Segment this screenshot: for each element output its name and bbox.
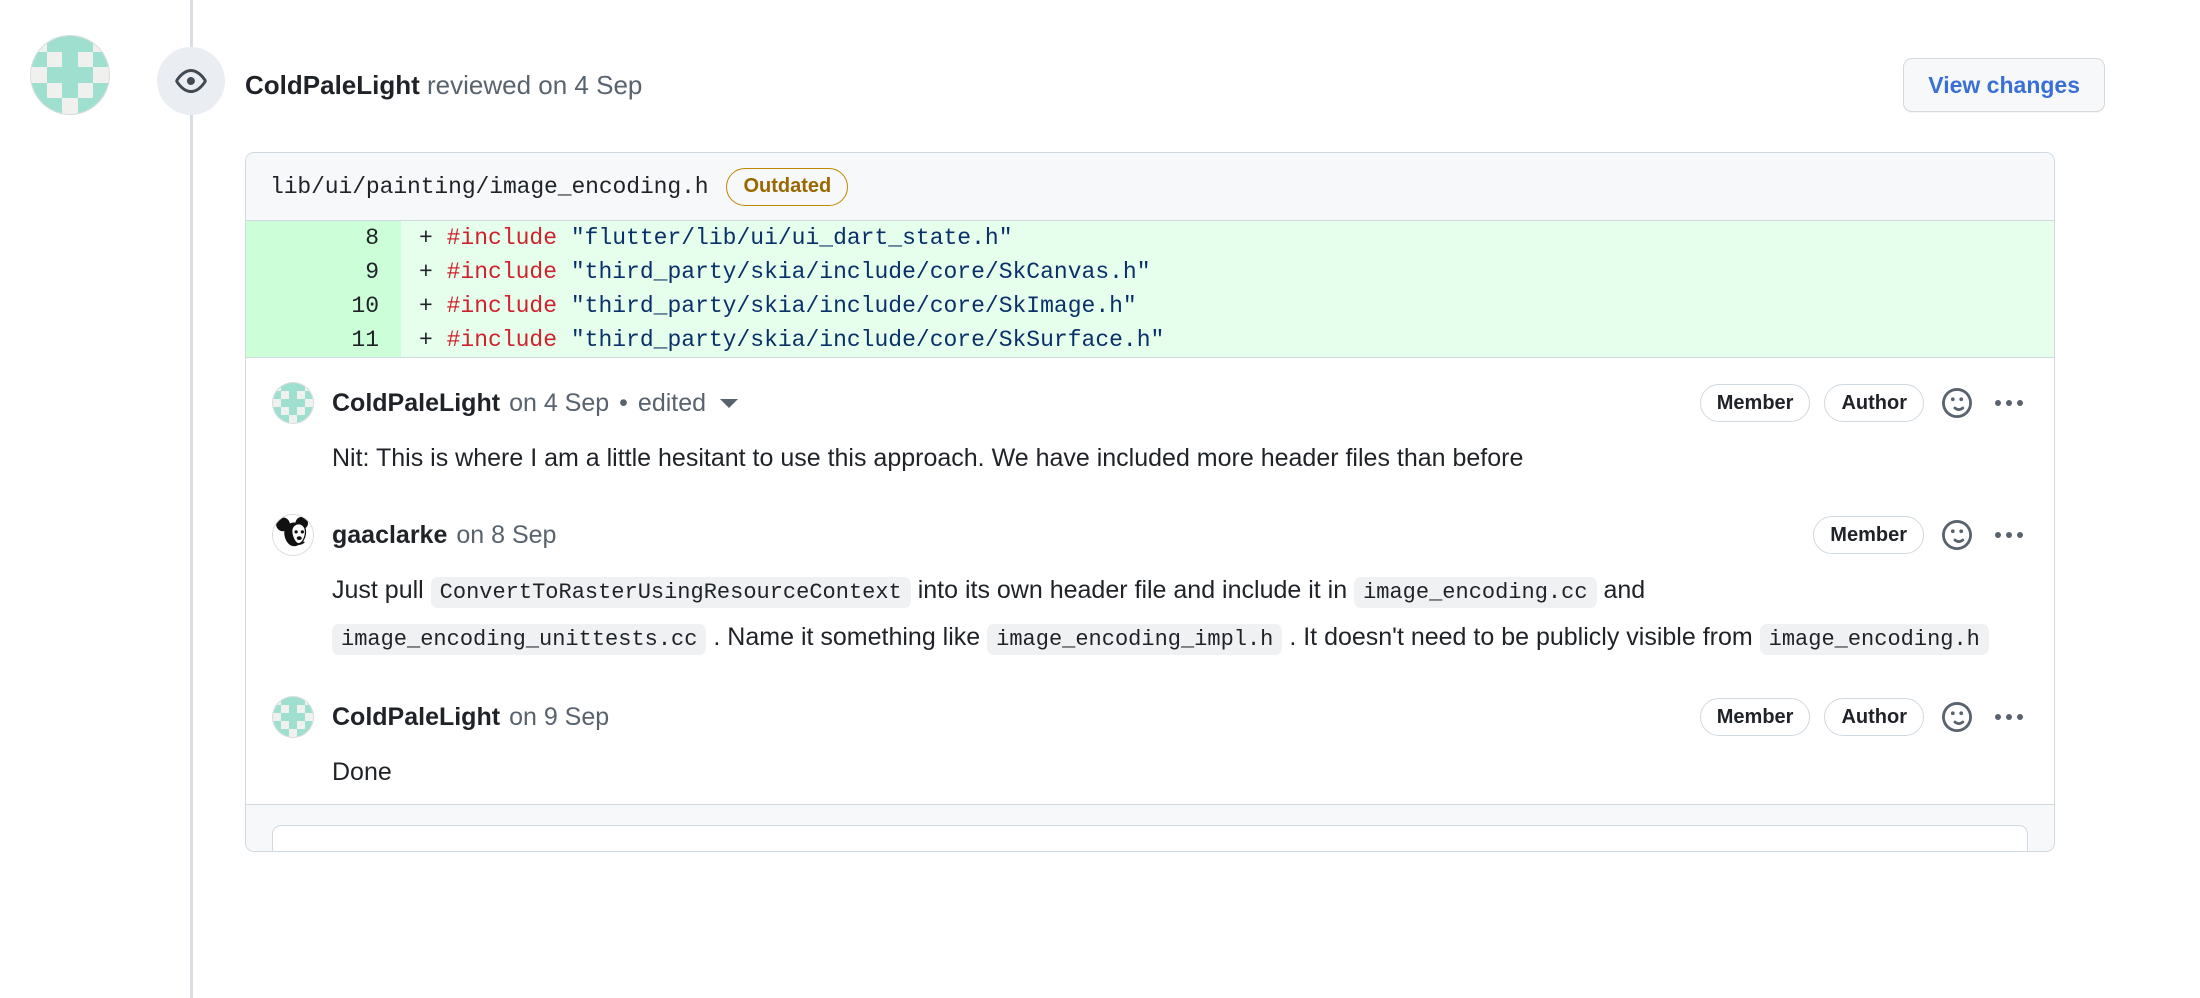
comment-actions: Member Author — [1699, 698, 2028, 736]
thread-comment: ColdPaleLight on 4 Sep • edited Member A… — [246, 358, 2054, 490]
comment-body: Done — [332, 758, 392, 786]
inline-code: image_encoding_unittests.cc — [332, 624, 707, 655]
avatar[interactable] — [272, 514, 314, 556]
identicon-coldpalelight — [273, 383, 313, 423]
diff-table: 8 + #include "flutter/lib/ui/ui_dart_sta… — [246, 221, 2054, 358]
comment-meta: gaaclarke on 8 Sep — [332, 521, 556, 550]
comment-text-run: into its own header file and include it … — [910, 576, 1355, 604]
pr-review-timeline: ColdPaleLight reviewed on 4 Sep View cha… — [0, 0, 2200, 998]
diff-token-preprocessor: #include — [446, 293, 558, 319]
diff-add-marker: + — [419, 327, 447, 353]
review-author-link[interactable]: ColdPaleLight — [245, 70, 420, 100]
diff-token-string: "flutter/lib/ui/ui_dart_state.h" — [557, 225, 1013, 251]
role-badge-member: Member — [1699, 698, 1811, 736]
diff-line-content[interactable]: + #include "third_party/skia/include/cor… — [401, 323, 1164, 357]
diff-token-string: "third_party/skia/include/core/SkImage.h… — [557, 293, 1137, 319]
comment-thread: ColdPaleLight on 4 Sep • edited Member A… — [246, 358, 2054, 804]
comment-reply-footer[interactable] — [246, 804, 2054, 851]
comment-text-run: Just pull — [332, 576, 431, 604]
timeline-rail — [190, 0, 193, 998]
diff-token-preprocessor: #include — [446, 259, 558, 285]
review-comment-card: lib/ui/painting/image_encoding.h Outdate… — [245, 152, 2055, 852]
review-header: ColdPaleLight reviewed on 4 Sep View cha… — [245, 55, 2105, 115]
avatar[interactable] — [272, 382, 314, 424]
diff-row: 11 + #include "third_party/skia/include/… — [246, 323, 2054, 357]
diff-line-number: 9 — [246, 255, 401, 289]
comment-timestamp: on 9 Sep — [509, 702, 610, 731]
comment-header: ColdPaleLight on 4 Sep • edited Member A… — [272, 380, 2028, 426]
role-badge-author: Author — [1824, 384, 1924, 422]
comment-text-run: . It doesn't need to be publicly visible… — [1282, 623, 1760, 651]
eye-icon — [175, 65, 207, 97]
comment-timestamp: on 4 Sep — [509, 388, 610, 417]
diff-add-marker: + — [419, 259, 447, 285]
role-badge-member: Member — [1813, 516, 1924, 554]
diff-row: 8 + #include "flutter/lib/ui/ui_dart_sta… — [246, 221, 2054, 255]
inline-code: image_encoding_impl.h — [987, 624, 1283, 655]
diff-line-content[interactable]: + #include "third_party/skia/include/cor… — [401, 289, 1137, 323]
comment-author-link[interactable]: ColdPaleLight — [332, 703, 500, 732]
review-action-text: reviewed on 4 Sep — [419, 69, 643, 100]
diff-line-content[interactable]: + #include "flutter/lib/ui/ui_dart_state… — [401, 221, 1013, 255]
comment-author-link[interactable]: gaaclarke — [332, 521, 447, 550]
comment-actions: Member — [1813, 516, 2028, 554]
inline-code: ConvertToRasterUsingResourceContext — [430, 577, 911, 608]
outdated-badge: Outdated — [726, 167, 849, 206]
diff-file-header: lib/ui/painting/image_encoding.h Outdate… — [246, 153, 2054, 221]
comment-body: Just pull ConvertToRasterUsingResourceCo… — [332, 568, 2028, 662]
comment-author-link[interactable]: ColdPaleLight — [332, 389, 500, 418]
diff-line-number: 8 — [246, 221, 401, 255]
diff-line-number: 10 — [246, 289, 401, 323]
comment-meta: ColdPaleLight on 9 Sep — [332, 703, 609, 732]
reviewer-avatar[interactable] — [30, 35, 110, 115]
diff-token-preprocessor: #include — [446, 225, 558, 251]
kebab-menu-icon[interactable] — [1990, 698, 2028, 736]
kebab-menu-icon[interactable] — [1990, 384, 2028, 422]
comment-actions: Member Author — [1699, 384, 2028, 422]
smiley-icon[interactable] — [1938, 698, 1976, 736]
identicon-coldpalelight — [31, 36, 109, 114]
thread-comment: gaaclarke on 8 Sep Member Just pull Conv — [246, 490, 2054, 672]
chevron-down-icon[interactable] — [720, 398, 739, 408]
identicon-coldpalelight — [273, 697, 313, 737]
review-heading-text: ColdPaleLight reviewed on 4 Sep — [245, 70, 642, 101]
mouse-avatar-image — [273, 515, 313, 555]
inline-code: image_encoding.h — [1759, 624, 1989, 655]
diff-line-number: 11 — [246, 323, 401, 357]
smiley-icon[interactable] — [1938, 516, 1976, 554]
diff-line-content[interactable]: + #include "third_party/skia/include/cor… — [401, 255, 1151, 289]
comment-timestamp: on 8 Sep — [456, 520, 557, 549]
inline-code: image_encoding.cc — [1354, 577, 1597, 608]
diff-token-string: "third_party/skia/include/core/SkCanvas.… — [557, 259, 1151, 285]
comment-header: gaaclarke on 8 Sep Member — [272, 512, 2028, 558]
diff-token-preprocessor: #include — [446, 327, 558, 353]
diff-add-marker: + — [419, 225, 447, 251]
role-badge-author: Author — [1824, 698, 1924, 736]
file-path[interactable]: lib/ui/painting/image_encoding.h — [270, 174, 709, 200]
diff-row: 10 + #include "third_party/skia/include/… — [246, 289, 2054, 323]
comment-edited-label[interactable]: edited — [638, 389, 706, 418]
diff-row: 9 + #include "third_party/skia/include/c… — [246, 255, 2054, 289]
avatar[interactable] — [272, 696, 314, 738]
comment-header: ColdPaleLight on 9 Sep Member Author — [272, 694, 2028, 740]
reply-input-box[interactable] — [272, 825, 2028, 851]
comment-body: Nit: This is where I am a little hesitan… — [332, 444, 1524, 472]
comment-meta: ColdPaleLight on 4 Sep • edited — [332, 388, 739, 418]
kebab-menu-icon[interactable] — [1990, 516, 2028, 554]
meta-separator: • — [619, 388, 628, 417]
diff-token-string: "third_party/skia/include/core/SkSurface… — [557, 327, 1165, 353]
review-event-badge — [157, 47, 225, 115]
comment-text-run: . Name it something like — [706, 623, 988, 651]
role-badge-member: Member — [1699, 384, 1811, 422]
comment-text-run: and — [1596, 576, 1646, 604]
thread-comment: ColdPaleLight on 9 Sep Member Author Don… — [246, 672, 2054, 804]
view-changes-button[interactable]: View changes — [1903, 58, 2105, 112]
diff-add-marker: + — [419, 293, 447, 319]
smiley-icon[interactable] — [1938, 384, 1976, 422]
